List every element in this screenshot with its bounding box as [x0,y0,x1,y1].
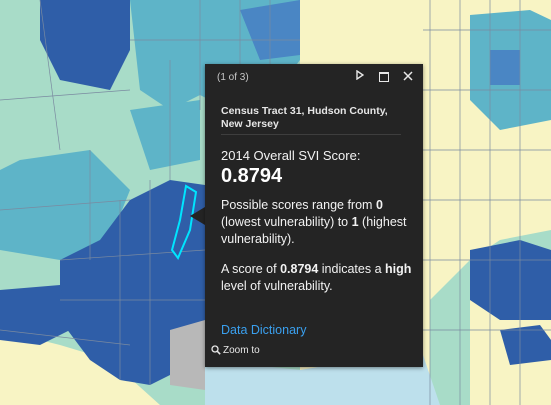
tract-area-very-high-east[interactable] [470,240,551,320]
next-feature-button[interactable] [353,69,367,84]
park-area [170,320,205,390]
dock-button[interactable] [377,70,391,84]
data-dictionary-link[interactable]: Data Dictionary [221,323,306,337]
desc-level: high [385,262,412,276]
score-range-text: Possible scores range from 0 (lowest vul… [221,197,417,248]
range-low-value: 0 [375,198,383,212]
popup-header: (1 of 3) [205,64,423,91]
close-icon [403,71,413,81]
popup-title: Census Tract 31, Hudson County, New Jers… [221,105,388,130]
zoom-to-button[interactable]: Zoom to [211,345,260,356]
feature-popup: (1 of 3) Census Tract 31, Hudson County,… [205,64,423,367]
score-label: 2014 Overall SVI Score: [221,148,361,163]
magnifier-icon [211,345,221,355]
desc-text-2: indicates a [318,262,386,276]
vulnerability-description: A score of 0.8794 indicates a high level… [221,261,417,295]
desc-text-1: A score of [221,262,281,276]
score-value: 0.8794 [221,165,283,187]
zoom-to-label: Zoom to [223,345,260,356]
tract-area-high-northeast[interactable] [490,50,520,85]
range-text-1: Possible scores range from [221,198,376,212]
desc-score: 0.8794 [280,262,319,276]
range-text-2: (lowest vulnerability) to [221,215,352,229]
next-arrow-icon [356,69,365,81]
dock-icon [379,72,389,82]
popup-pager: (1 of 3) [217,72,249,83]
divider [221,134,401,135]
range-high-value: 1 [351,215,359,229]
desc-text-3: level of vulnerability. [221,279,333,293]
popup-pointer [190,207,205,225]
close-button[interactable] [401,70,415,84]
